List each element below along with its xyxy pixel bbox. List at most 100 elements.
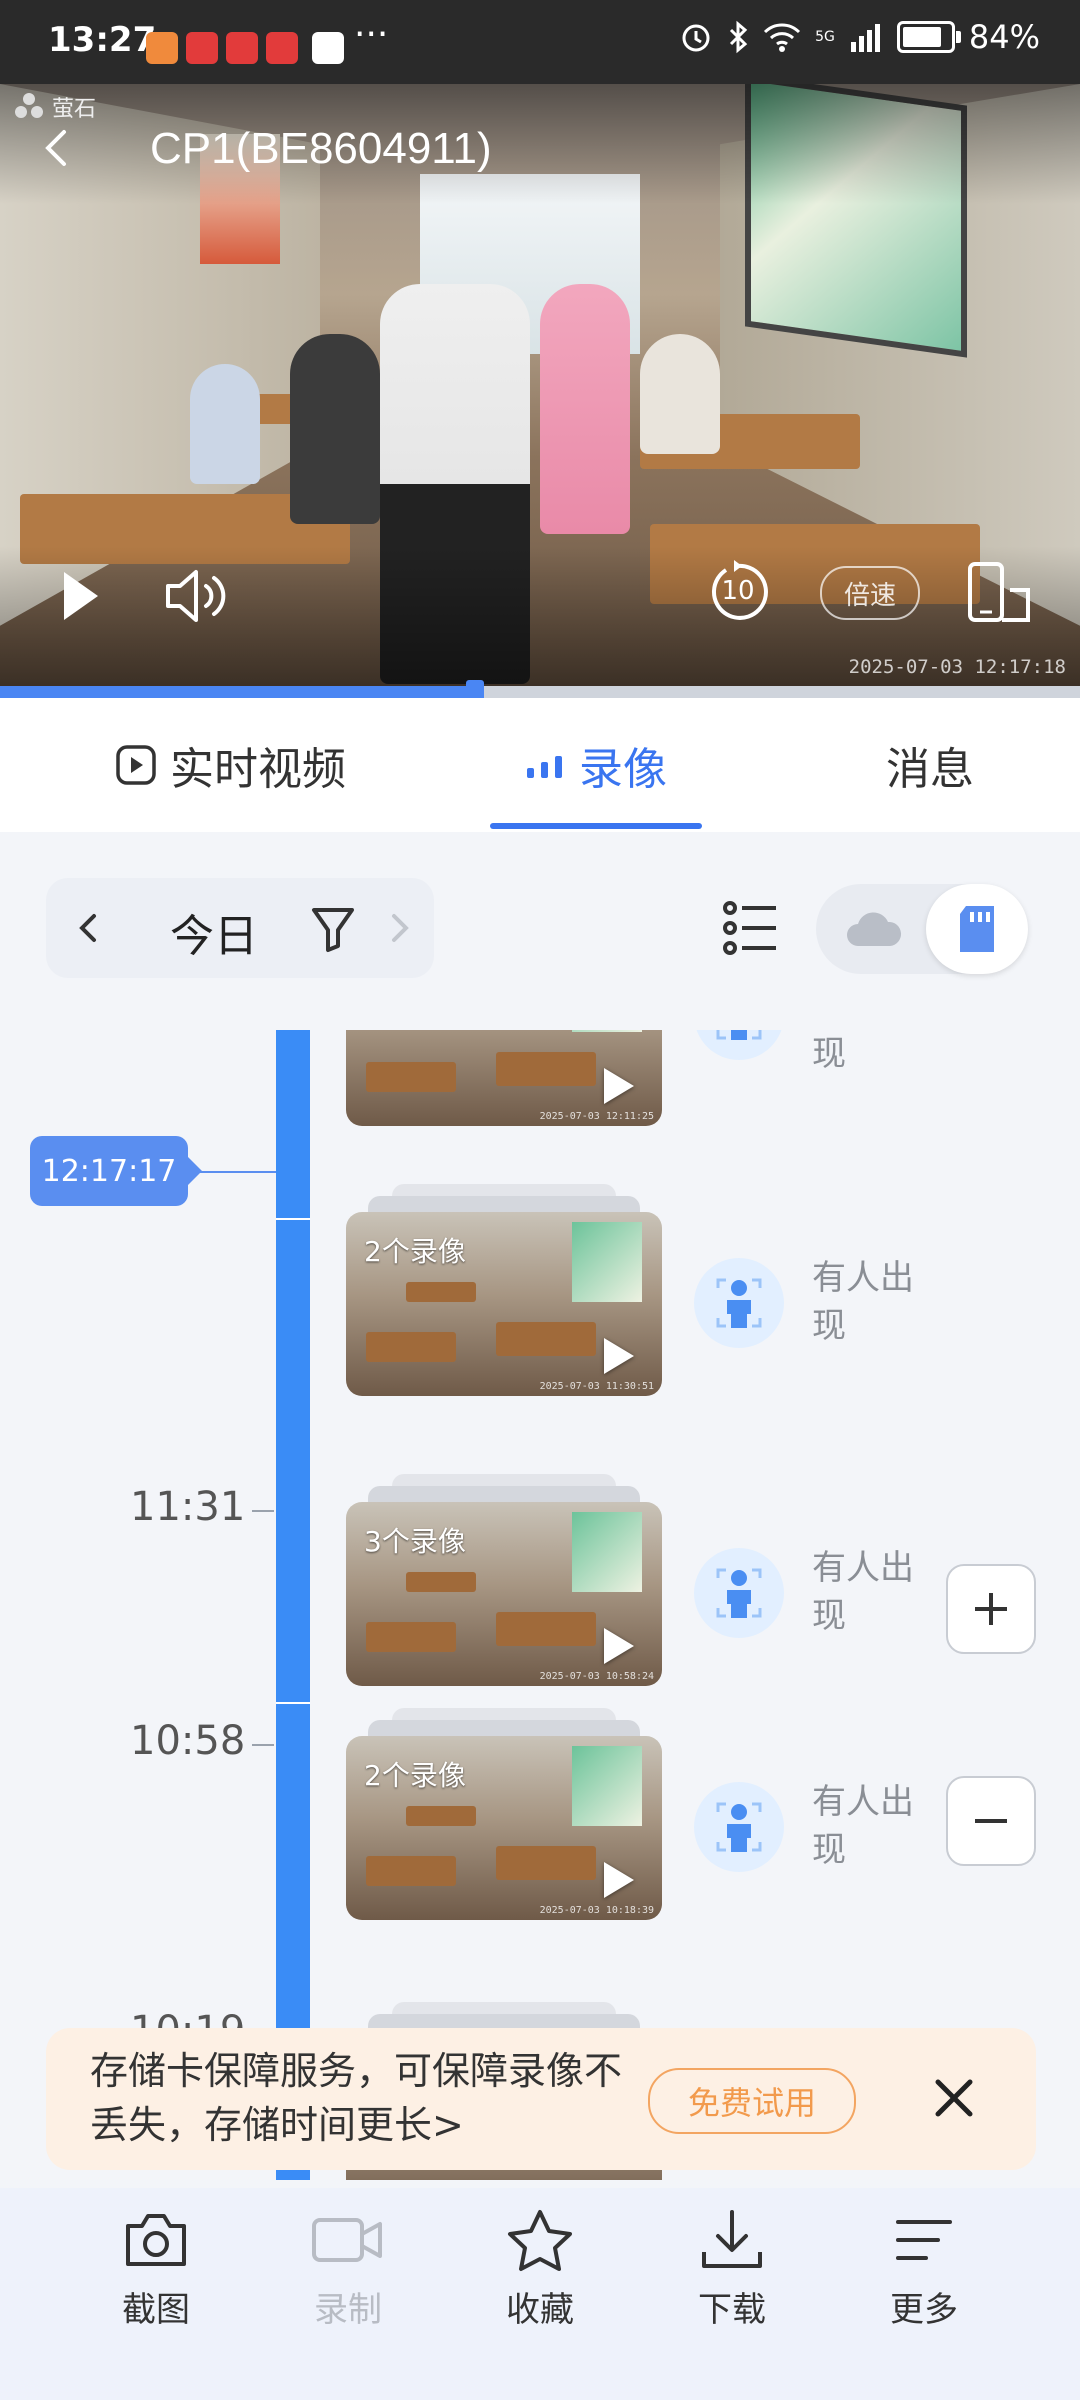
event-label: 有人出现 [812, 1258, 914, 1346]
app-notification-icon [186, 32, 218, 64]
tab-bar: 实时视频 录像 消息 [0, 698, 1080, 832]
download-button[interactable]: 下载 [624, 2208, 840, 2331]
recording-thumbnail[interactable]: 2个录像 2025-07-03 11:30:51 [346, 1184, 662, 1396]
signal-icon [850, 24, 880, 52]
status-time: 13:27 [48, 20, 157, 60]
home-app-icon [312, 32, 344, 64]
recording-thumbnail[interactable]: 2个录像 2025-07-03 10:18:39 [346, 1708, 662, 1920]
timeline-bar [276, 1030, 310, 2180]
current-time-badge: 12:17:17 [30, 1136, 202, 1206]
star-icon [508, 2210, 572, 2271]
rotate-screen-icon[interactable] [966, 560, 1032, 624]
chevron-left-icon[interactable] [70, 908, 106, 948]
toolbar-label: 截图 [122, 2290, 190, 2330]
person-icon [716, 1278, 762, 1328]
chevron-right-icon[interactable] [382, 908, 418, 948]
status-right: 5G 84% [679, 18, 1040, 56]
selected-day[interactable]: 今日 [170, 900, 258, 964]
camera-icon [126, 2214, 186, 2266]
person-detected-icon [694, 1548, 784, 1638]
tab-messages[interactable]: 消息 [800, 698, 1060, 832]
scene-person [640, 334, 720, 454]
cloud-icon[interactable] [844, 910, 904, 950]
more-notifications-icon: ··· [354, 14, 389, 55]
progress-fill [0, 686, 476, 698]
sd-card-option[interactable] [926, 884, 1028, 974]
thumbnail-timestamp: 2025-07-03 12:11:25 [539, 1111, 654, 1122]
video-timestamp: 2025-07-03 12:17:18 [848, 656, 1066, 678]
timeline-gap [276, 1702, 310, 1704]
time-label: 11:31 [130, 1484, 246, 1530]
scene-person [540, 284, 630, 534]
tab-label: 录像 [579, 744, 667, 795]
play-icon [604, 1338, 634, 1374]
storage-source-toggle[interactable] [816, 884, 1028, 974]
tab-recordings[interactable]: 录像 [490, 698, 702, 832]
back-arrow-icon[interactable] [38, 128, 78, 168]
list-view-icon[interactable] [720, 898, 780, 958]
recording-count: 2个录像 [364, 1759, 466, 1792]
play-icon[interactable] [58, 568, 104, 624]
filter-icon[interactable] [308, 902, 358, 954]
screenshot-button[interactable]: 截图 [48, 2208, 264, 2331]
timeline-gap [276, 1218, 310, 1220]
speed-button[interactable]: 倍速 [820, 566, 920, 620]
toolbar-label: 收藏 [506, 2290, 574, 2330]
playback-progress-bar[interactable] [0, 680, 1080, 706]
time-tick [252, 1510, 274, 1512]
date-filter-bar: 今日 [46, 878, 434, 978]
time-label: 10:58 [130, 1718, 246, 1764]
zoom-out-button[interactable] [946, 1776, 1036, 1866]
scene-person [190, 364, 260, 484]
recording-timeline[interactable]: 12:17:17 11:31 10:58 10:19 2025-07-03 12… [0, 1030, 1080, 2180]
minus-icon [975, 1819, 1007, 1823]
recording-thumbnail[interactable]: 3个录像 2025-07-03 10:58:24 [346, 1474, 662, 1686]
thumbnail-timestamp: 2025-07-03 11:30:51 [539, 1381, 654, 1392]
event-label: 有人出现 [812, 1548, 914, 1636]
active-tab-indicator [490, 823, 702, 829]
favorite-button[interactable]: 收藏 [432, 2208, 648, 2331]
tab-label: 实时视频 [170, 744, 346, 795]
alarm-icon [682, 24, 710, 52]
thumbnail-image: 2025-07-03 12:11:25 [346, 1030, 662, 1126]
event-label: 有人出现 [812, 1782, 914, 1870]
person-detected-icon [694, 1782, 784, 1872]
thumbnail-timestamp: 2025-07-03 10:18:39 [539, 1905, 654, 1916]
record-button[interactable]: 录制 [240, 2208, 456, 2331]
recording-thumbnail[interactable]: 2025-07-03 12:11:25 [346, 1030, 662, 1126]
time-tick [252, 1744, 274, 1746]
free-trial-button[interactable]: 免费试用 [648, 2068, 856, 2134]
replay-10s-button[interactable]: 10 [706, 560, 770, 624]
person-detected-icon [694, 1030, 784, 1060]
bluetooth-icon [730, 20, 748, 54]
person-icon [716, 1568, 762, 1618]
video-player[interactable]: 萤石 CP1(BE8604911) 10 倍速 2025-07-03 12:17… [0, 84, 1080, 686]
play-icon [604, 1862, 634, 1898]
video-record-icon [312, 2218, 382, 2262]
plus-icon [975, 1593, 1007, 1625]
zoom-in-button[interactable] [946, 1564, 1036, 1654]
wifi-icon [764, 23, 801, 52]
play-icon [116, 745, 156, 785]
tab-live-video[interactable]: 实时视频 [40, 698, 420, 832]
promo-text[interactable]: 存储卡保障服务，可保障录像不丢失，存储时间更长> [90, 2044, 630, 2152]
brand-name: 萤石 [52, 97, 97, 122]
status-bar: 13:27 ··· 5G 84% [0, 0, 1080, 84]
more-menu-icon [896, 2220, 952, 2260]
close-icon[interactable] [926, 2070, 982, 2126]
tab-label: 消息 [886, 744, 974, 795]
network-type: 5G [815, 29, 835, 45]
app-notification-icon [146, 32, 178, 64]
event-label: 现 [812, 1034, 846, 1074]
toolbar-label: 下载 [698, 2290, 766, 2330]
person-detected-icon [694, 1258, 784, 1348]
ezviz-logo-icon [15, 93, 43, 118]
volume-icon[interactable] [164, 564, 234, 628]
storage-promo-banner[interactable]: 存储卡保障服务，可保障录像不丢失，存储时间更长> 免费试用 [46, 2028, 1036, 2170]
app-notification-icon [226, 32, 258, 64]
battery-level: 84% [968, 18, 1040, 56]
replay-seconds: 10 [721, 576, 755, 606]
more-button[interactable]: 更多 [816, 2208, 1032, 2331]
app-notification-icon [266, 32, 298, 64]
play-icon [604, 1628, 634, 1664]
